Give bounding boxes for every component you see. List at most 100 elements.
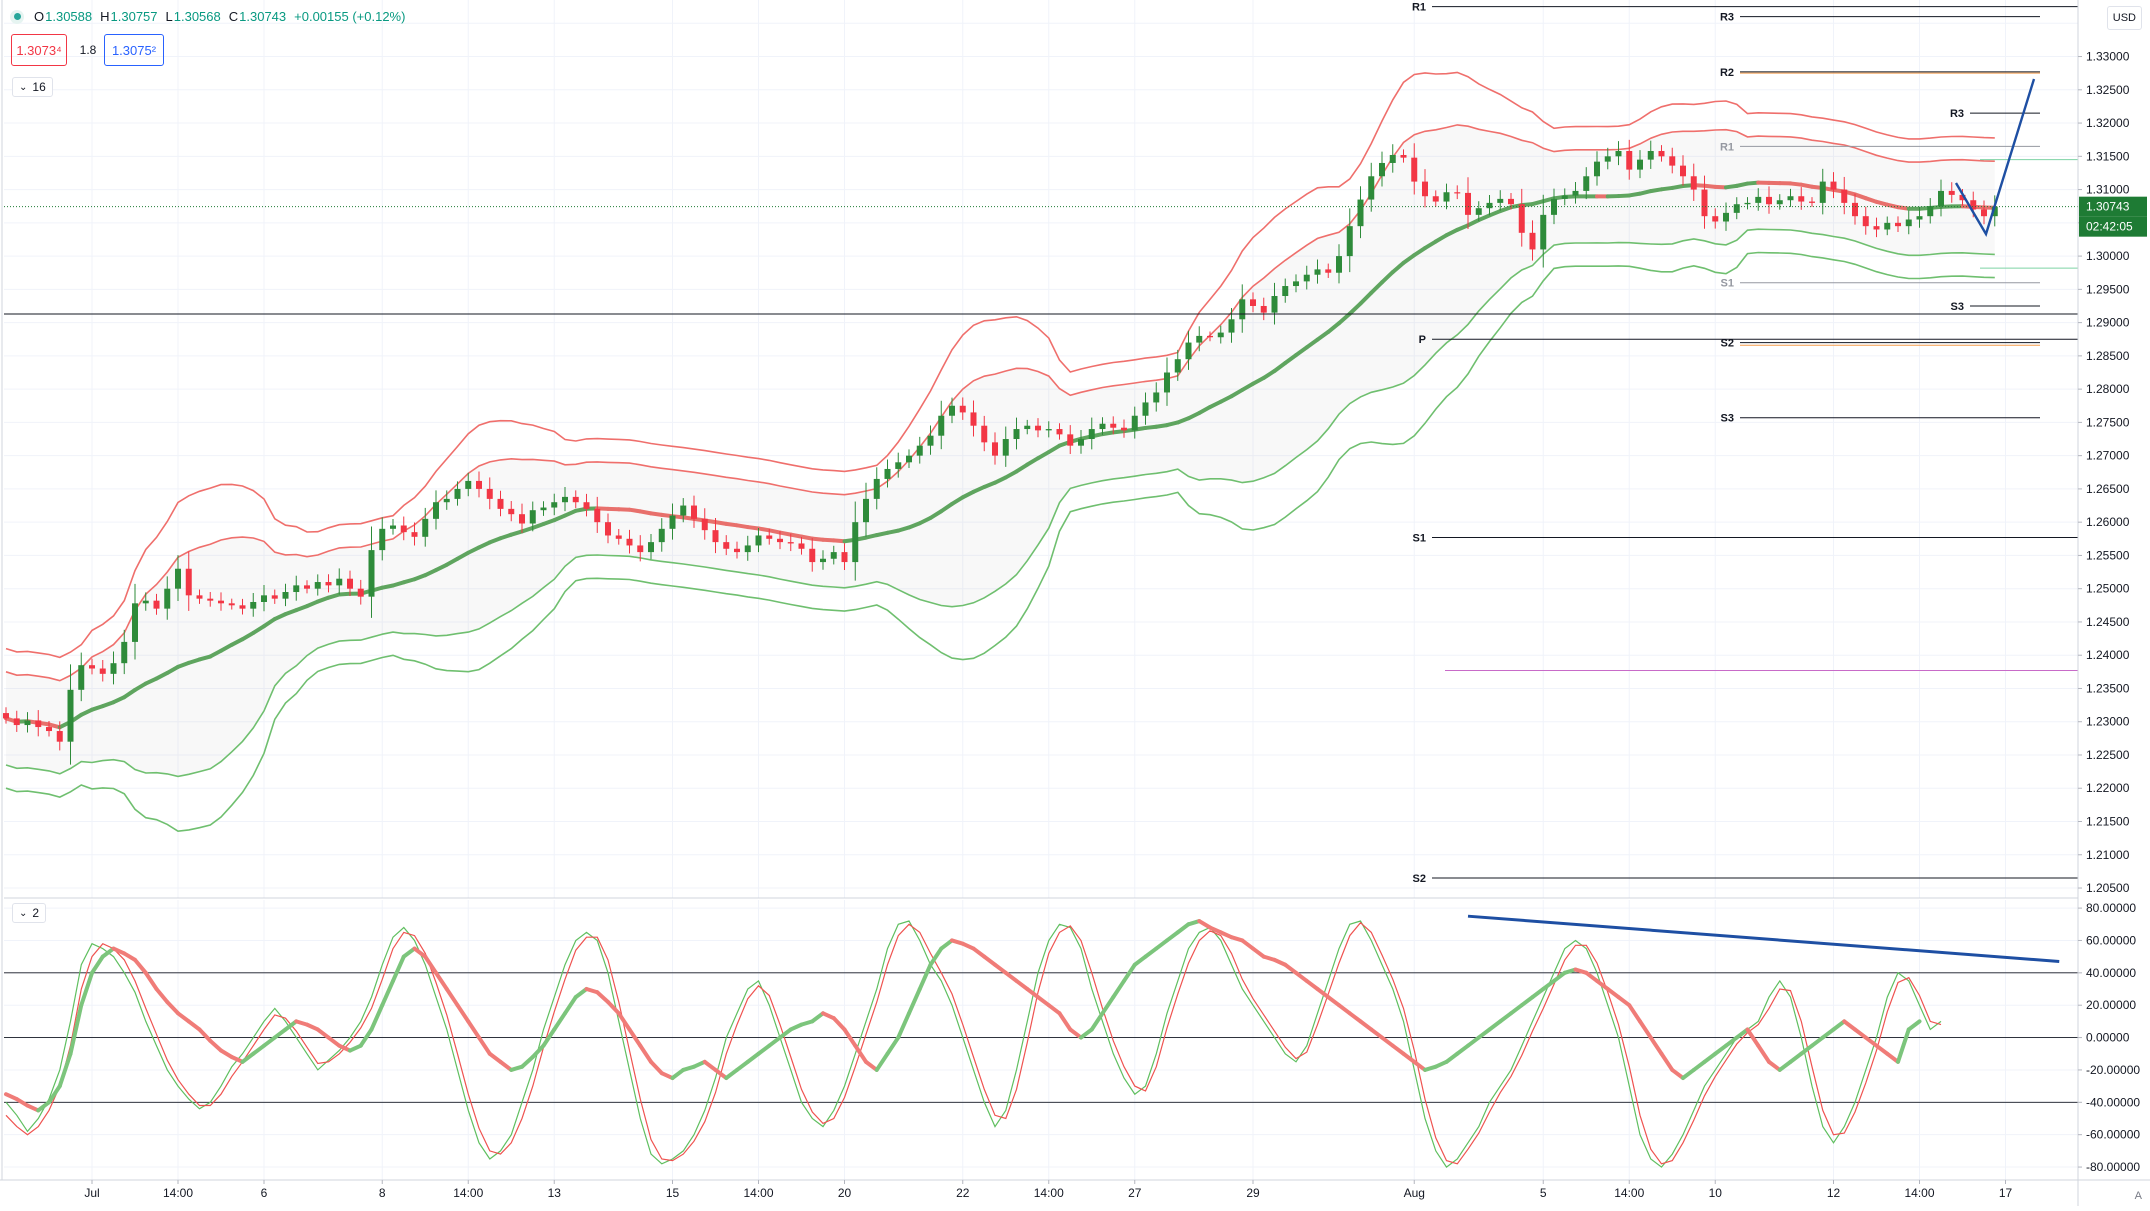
auto-scale-button[interactable]: A [2135, 1190, 2142, 1202]
candle-body [1046, 429, 1052, 430]
candle-body [1497, 199, 1503, 203]
candle-body [207, 599, 213, 601]
low-label: L [166, 9, 173, 24]
candle-body [25, 720, 31, 725]
candle-body [1884, 223, 1890, 230]
osc-tick-label: 80.00000 [2086, 901, 2136, 915]
osc-thick-segment [318, 1029, 329, 1037]
osc-thick-segment [984, 957, 995, 965]
candle-body [1196, 336, 1202, 343]
candle-body [1691, 176, 1697, 189]
candle-body [648, 542, 654, 552]
candle-body [756, 535, 762, 545]
chart-canvas[interactable]: R1R3R2R3R1S1S3PS2S3S1S21.330001.325001.3… [0, 0, 2150, 1206]
price-tick-label: 1.20500 [2086, 881, 2130, 895]
price-axis-bg [2078, 0, 2150, 1206]
time-tick-label: 6 [261, 1186, 268, 1200]
osc-thick-segment [1662, 1054, 1673, 1070]
candle-body [691, 506, 697, 519]
price-tick-label: 1.24000 [2086, 648, 2130, 662]
candle-body [1895, 223, 1901, 226]
candle-body [1702, 190, 1708, 217]
candle-body [175, 569, 181, 589]
candle-body [444, 499, 450, 502]
candle-body [1852, 203, 1858, 216]
candle-body [1626, 151, 1632, 170]
candle-body [358, 589, 364, 597]
osc-thick-segment [1361, 1021, 1372, 1029]
candle-body [616, 535, 622, 538]
candle-body [906, 456, 912, 463]
candle-body [1723, 213, 1729, 222]
indicators-count: 16 [32, 80, 45, 94]
oscillator-collapse-button[interactable]: ⌄ 2 [12, 903, 46, 923]
candle-body [326, 582, 332, 585]
candle-body [1530, 233, 1536, 250]
price-tick-label: 1.32000 [2086, 116, 2130, 130]
indicators-collapse-button[interactable]: ⌄ 16 [12, 77, 53, 97]
sell-price-button[interactable]: 1.3073⁴ [11, 34, 67, 66]
open-value: 1.30588 [45, 9, 92, 24]
price-tick-label: 1.26500 [2086, 482, 2130, 496]
candle-body [1100, 424, 1106, 429]
osc-thick-segment [1500, 1013, 1511, 1021]
osc-thick-segment [1855, 1029, 1866, 1037]
osc-thick-segment [1909, 1021, 1920, 1029]
osc-thick-segment [1049, 1005, 1060, 1013]
osc-thick-segment [1533, 989, 1544, 997]
osc-thick-segment [275, 1029, 286, 1037]
candle-body [1938, 191, 1944, 206]
candle-body [1863, 216, 1869, 226]
candle-body [487, 489, 493, 499]
time-tick-label: 29 [1246, 1186, 1260, 1200]
candle-body [1024, 426, 1030, 429]
candle-body [1336, 256, 1342, 273]
osc-thick-segment [834, 1018, 845, 1029]
candle-body [627, 539, 633, 546]
price-tick-label: 1.25500 [2086, 548, 2130, 562]
candle-body [885, 469, 891, 479]
osc-tick-label: 40.00000 [2086, 966, 2136, 980]
osc-thick-segment [1328, 997, 1339, 1005]
time-tick-label: 14:00 [1904, 1186, 1934, 1200]
candle-body [1745, 203, 1751, 204]
osc-thick-segment [1081, 1029, 1092, 1037]
time-tick-label: 20 [838, 1186, 852, 1200]
candle-body [852, 522, 858, 562]
osc-thick-segment [1113, 981, 1124, 997]
candle-body [713, 530, 719, 542]
candle-body [863, 499, 869, 522]
osc-thick-segment [1705, 1054, 1716, 1062]
candle-body [809, 549, 815, 562]
osc-thick-segment [1307, 981, 1318, 989]
candle-body [702, 519, 708, 530]
open-label: O [34, 9, 44, 24]
candle-body [476, 481, 482, 489]
candle-body [1712, 216, 1718, 221]
chevron-down-icon: ⌄ [19, 908, 27, 919]
candle-body [143, 601, 149, 604]
osc-thick-segment [737, 1062, 748, 1070]
osc-thick-segment [458, 1005, 469, 1021]
candle-body [831, 552, 837, 559]
candle-body [1777, 200, 1783, 204]
candle-body [680, 506, 686, 516]
time-tick-label: 15 [666, 1186, 680, 1200]
candle-body [1422, 182, 1428, 197]
candle-body [1401, 155, 1407, 158]
candle-body [1809, 202, 1815, 203]
currency-button[interactable]: USD [2107, 6, 2142, 30]
osc-thick-segment [1683, 1070, 1694, 1078]
osc-thick-segment [1522, 997, 1533, 1005]
candle-body [1583, 176, 1589, 191]
osc-thick-segment [1414, 1062, 1425, 1070]
osc-thick-segment [200, 1029, 211, 1040]
time-tick-label: 12 [1827, 1186, 1841, 1200]
candle-body [1476, 208, 1482, 215]
candle-body [530, 510, 536, 523]
candle-body [1551, 199, 1557, 215]
osc-thick-segment [92, 957, 103, 973]
osc-thick-segment [705, 1062, 716, 1070]
osc-thick-segment [759, 1046, 770, 1054]
buy-price-button[interactable]: 1.3075² [104, 34, 164, 66]
